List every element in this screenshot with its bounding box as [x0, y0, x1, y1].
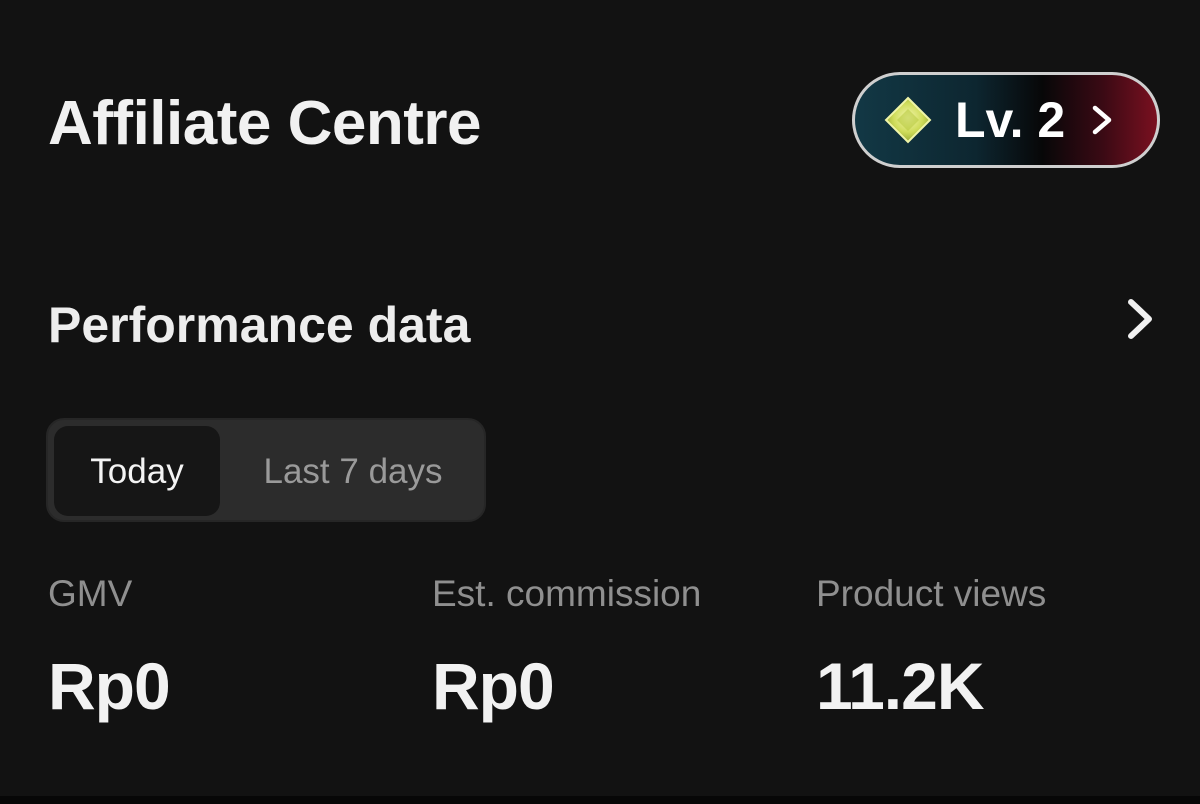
metric-label: Est. commission: [432, 573, 702, 614]
metric-value: Rp0: [48, 649, 171, 723]
level-label: Lv. 2: [955, 92, 1066, 148]
metric-value: Rp0: [432, 649, 555, 723]
metric-label: GMV: [48, 573, 133, 614]
bottom-divider: [0, 796, 1200, 804]
metric-value: 11.2K: [816, 649, 984, 723]
metric-product-views: Product views 11.2K: [816, 570, 1046, 724]
level-badge-button[interactable]: Lv. 2: [852, 72, 1160, 168]
date-range-segmented-control: Today Last 7 days: [46, 418, 486, 522]
performance-data-title: Performance data: [48, 297, 471, 353]
tab-last-7-days[interactable]: Last 7 days: [238, 426, 468, 516]
metric-gmv: GMV Rp0: [48, 570, 171, 724]
chevron-right-icon[interactable]: [1120, 296, 1160, 342]
tab-today[interactable]: Today: [54, 426, 220, 516]
diamond-gem-icon: [883, 95, 933, 145]
metric-label: Product views: [816, 573, 1047, 614]
chevron-right-icon: [1087, 100, 1117, 140]
page-title: Affiliate Centre: [48, 89, 481, 158]
metric-est-commission: Est. commission Rp0: [432, 570, 701, 724]
